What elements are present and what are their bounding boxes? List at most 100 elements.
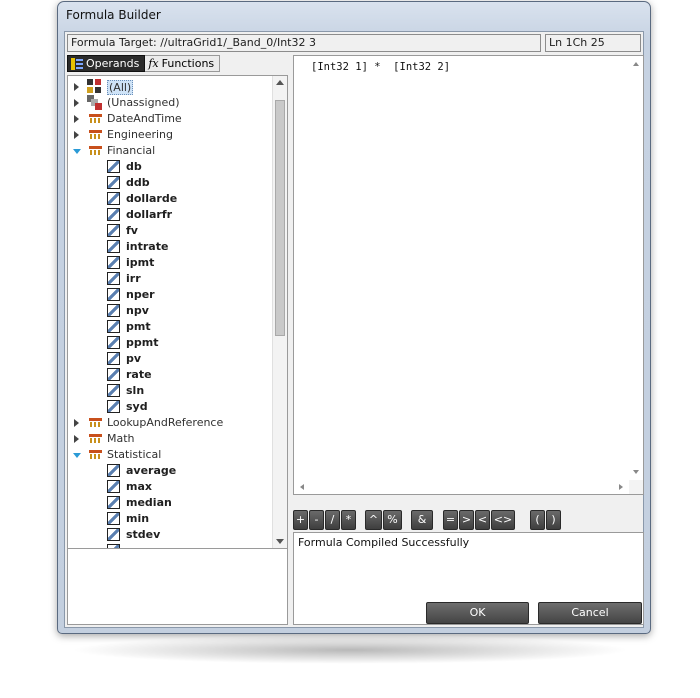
function-label: fv <box>126 224 138 237</box>
function-icon <box>107 352 120 365</box>
expand-arrow-icon[interactable] <box>74 131 79 139</box>
tree-vertical-scrollbar[interactable] <box>272 76 287 548</box>
function-icon <box>107 208 120 221</box>
operator-close-paren-button[interactable]: ) <box>546 510 561 530</box>
function-icon <box>107 224 120 237</box>
editor-vertical-scrollbar[interactable] <box>629 56 643 480</box>
function-icon <box>107 160 120 173</box>
function-label: max <box>126 480 152 493</box>
scroll-corner <box>629 480 643 494</box>
scroll-down-icon[interactable] <box>633 470 639 474</box>
tab-operands[interactable]: Operands <box>67 55 146 72</box>
function-label: average <box>126 464 177 477</box>
operator-open-paren-button[interactable]: ( <box>530 510 545 530</box>
formula-text[interactable]: [Int32 1] * [Int32 2] <box>311 61 450 73</box>
function-icon <box>107 496 120 509</box>
scroll-left-icon[interactable] <box>300 484 304 490</box>
function-icon <box>107 256 120 269</box>
tab-strip: Operands fx Functions <box>67 55 221 73</box>
category-icon <box>89 146 102 156</box>
function-label: min <box>126 512 150 525</box>
formula-builder-window: Formula Builder Formula Target: //ultraG… <box>57 1 651 634</box>
tree-category-label: DateAndTime <box>107 112 182 125</box>
tab-functions-label: Functions <box>161 56 215 70</box>
scroll-up-icon[interactable] <box>633 62 639 66</box>
tree-item-unassigned-label: (Unassigned) <box>107 96 180 109</box>
window-shadow <box>70 636 630 664</box>
operator-multiply-button[interactable]: * <box>341 510 356 530</box>
function-icon <box>107 400 120 413</box>
function-icon <box>107 288 120 301</box>
function-icon <box>107 304 120 317</box>
function-label: ddb <box>126 176 150 189</box>
scroll-up-icon[interactable] <box>276 80 284 85</box>
function-label: dollarfr <box>126 208 173 221</box>
function-icon <box>107 528 120 541</box>
scroll-right-icon[interactable] <box>619 484 623 490</box>
function-label: rate <box>126 368 152 381</box>
expand-arrow-icon[interactable] <box>74 435 79 443</box>
collapse-arrow-icon[interactable] <box>73 453 81 458</box>
function-icon <box>107 480 120 493</box>
formula-editor[interactable]: [Int32 1] * [Int32 2] <box>293 55 644 495</box>
operator-divide-button[interactable]: / <box>325 510 340 530</box>
operator-notequal-button[interactable]: <> <box>491 510 515 530</box>
tree-category-label: Financial <box>107 144 156 157</box>
category-icon <box>89 130 102 140</box>
function-icon <box>107 384 120 397</box>
function-label: irr <box>126 272 141 285</box>
function-label: sln <box>126 384 145 397</box>
cancel-button[interactable]: Cancel <box>538 602 642 624</box>
operator-power-button[interactable]: ^ <box>365 510 382 530</box>
compile-status-text: Formula Compiled Successfully <box>298 536 470 549</box>
operator-less-button[interactable]: < <box>475 510 490 530</box>
operator-equal-button[interactable]: = <box>443 510 458 530</box>
function-label: median <box>126 496 172 509</box>
function-icon <box>107 368 120 381</box>
operator-percent-button[interactable]: % <box>383 510 402 530</box>
function-label: pv <box>126 352 142 365</box>
tab-operands-label: Operands <box>86 56 140 70</box>
function-label: syd <box>126 400 148 413</box>
function-icon <box>107 320 120 333</box>
function-label: intrate <box>126 240 169 253</box>
expand-arrow-icon[interactable] <box>74 419 79 427</box>
function-label: ipmt <box>126 256 155 269</box>
tree-category-label: Statistical <box>107 448 162 461</box>
function-label: nper <box>126 288 155 301</box>
category-icon <box>89 450 102 460</box>
scroll-down-icon[interactable] <box>276 539 284 544</box>
description-panel <box>67 549 288 625</box>
operands-tree[interactable]: (All) (Unassigned) DateAndTime Engineeri… <box>67 75 288 549</box>
operator-minus-button[interactable]: - <box>309 510 324 530</box>
editor-horizontal-scrollbar[interactable] <box>294 480 629 494</box>
expand-arrow-icon[interactable] <box>74 115 79 123</box>
function-icon <box>107 336 120 349</box>
collapse-arrow-icon[interactable] <box>73 149 81 154</box>
function-label: ppmt <box>126 336 159 349</box>
operator-concat-button[interactable]: & <box>411 510 433 530</box>
function-label: dollarde <box>126 192 178 205</box>
scroll-thumb[interactable] <box>275 100 285 336</box>
operator-plus-button[interactable]: + <box>293 510 308 530</box>
operator-greater-button[interactable]: > <box>459 510 474 530</box>
expand-arrow-icon[interactable] <box>74 83 79 91</box>
category-icon <box>89 418 102 428</box>
ok-button[interactable]: OK <box>426 602 529 624</box>
function-label: npv <box>126 304 149 317</box>
function-icon <box>107 272 120 285</box>
function-icon <box>107 464 120 477</box>
function-label: pmt <box>126 320 151 333</box>
tree-category-label: Math <box>107 432 135 445</box>
tab-functions[interactable]: fx Functions <box>145 55 221 72</box>
category-icon <box>89 434 102 444</box>
function-label: stdev <box>126 528 161 541</box>
tree-category-label: Engineering <box>107 128 173 141</box>
expand-arrow-icon[interactable] <box>74 99 79 107</box>
formula-target-field: Formula Target: //ultraGrid1/_Band_0/Int… <box>67 34 541 52</box>
function-icon <box>107 176 120 189</box>
function-icon <box>107 192 120 205</box>
fx-icon: fx <box>148 56 159 70</box>
tree-item-all-label: (All) <box>107 80 134 95</box>
function-label: db <box>126 160 142 173</box>
